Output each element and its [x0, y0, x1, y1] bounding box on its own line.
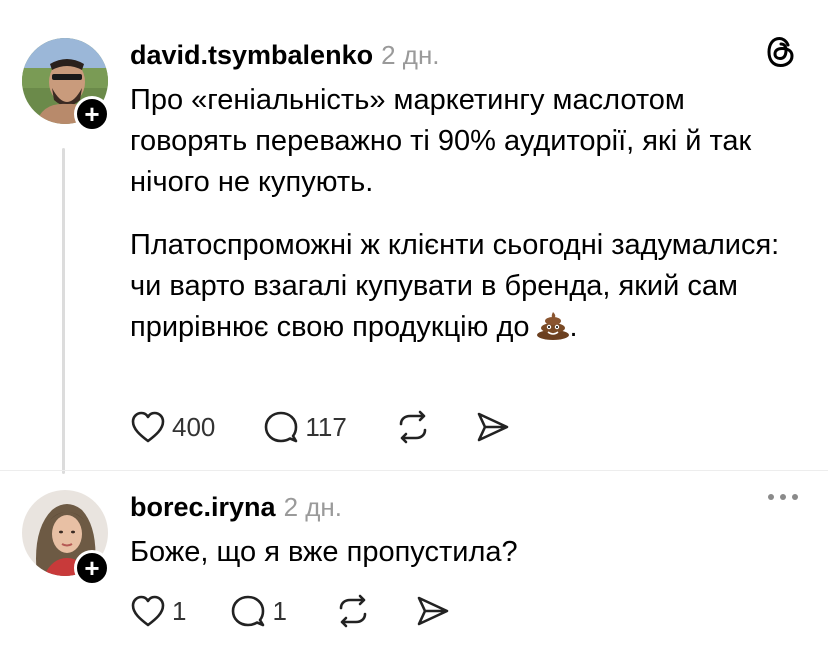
repost-icon [395, 410, 431, 444]
post-text: Про «геніальність» маркетингу маслотом г… [130, 80, 810, 348]
like-count: 1 [172, 595, 187, 626]
like-count: 400 [172, 411, 216, 442]
comment-count: 1 [272, 595, 287, 626]
more-dots-icon[interactable] [768, 494, 798, 500]
username-iryna[interactable]: borec.iryna [130, 492, 276, 523]
post-paragraph-2: Платоспроможні ж клієнти сьогодні задума… [130, 225, 810, 348]
comment-button[interactable]: 1 [230, 594, 287, 628]
comment-button[interactable]: 117 [263, 410, 347, 444]
threads-logo-icon[interactable] [766, 36, 796, 73]
post-paragraph-1: Про «геніальність» маркетингу маслотом г… [130, 84, 752, 198]
send-icon [415, 594, 451, 628]
post-time: 2 дн. [381, 40, 440, 70]
share-button[interactable] [415, 594, 451, 628]
more-dot [792, 494, 798, 500]
post-paragraph-2-text: Платоспроможні ж клієнти сьогодні задума… [130, 229, 780, 343]
thread-line [62, 148, 65, 474]
share-button[interactable] [475, 410, 511, 444]
heart-icon [130, 410, 166, 444]
post-paragraph-2-period: . [569, 311, 578, 343]
repost-button[interactable] [335, 594, 371, 628]
heart-icon [130, 594, 166, 628]
pile-of-poo-icon [536, 310, 570, 340]
follow-button-iryna[interactable]: + [74, 550, 110, 586]
post-actions: 400 117 [130, 410, 511, 444]
repost-icon [335, 594, 371, 628]
like-button[interactable]: 400 [130, 410, 215, 444]
send-icon [475, 410, 511, 444]
post-time: 2 дн. [283, 492, 342, 522]
reply-paragraph: Боже, що я вже пропустила? [130, 536, 518, 568]
comment-count: 117 [305, 411, 347, 442]
comment-bubble-icon [263, 410, 299, 444]
like-button[interactable]: 1 [130, 594, 186, 628]
more-dot [768, 494, 774, 500]
reply-actions: 1 1 [130, 594, 451, 628]
more-dot [780, 494, 786, 500]
comment-bubble-icon [230, 594, 266, 628]
follow-button-david[interactable]: + [74, 96, 110, 132]
divider [0, 470, 828, 471]
reply-text: Боже, що я вже пропустила? [130, 532, 810, 573]
username-david[interactable]: david.tsymbalenko [130, 40, 373, 71]
post-paragraph-2-end: до [496, 311, 530, 343]
repost-button[interactable] [395, 410, 431, 444]
